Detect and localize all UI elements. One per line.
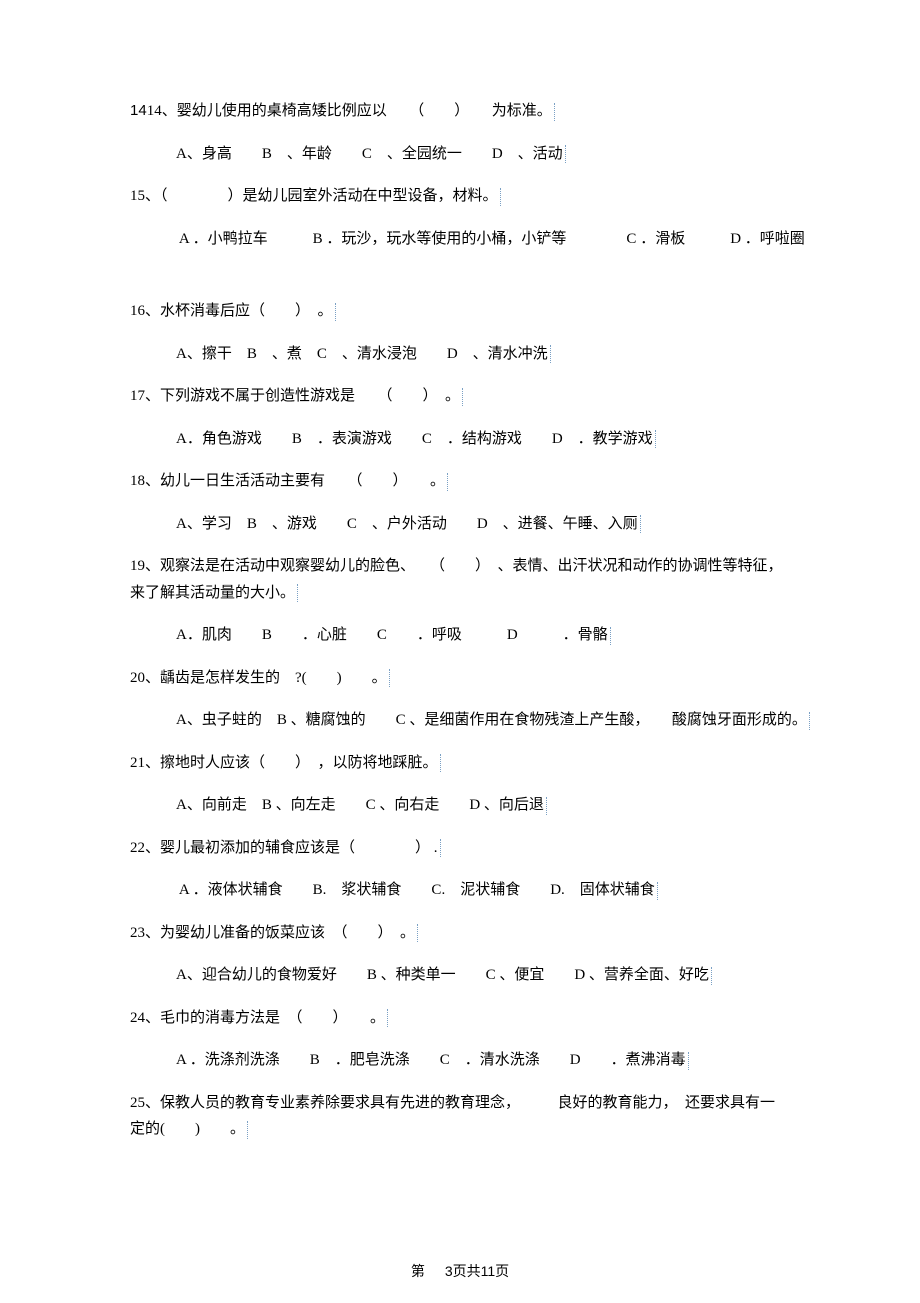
footer-page-total: 11: [481, 1263, 496, 1279]
cursor-icon: [440, 754, 441, 772]
cursor-icon: [387, 1009, 388, 1027]
footer-label-b: 页共: [453, 1265, 481, 1280]
question-21-options: A、向前走 B 、向左走 C 、向右走 D 、向后退: [130, 794, 800, 817]
question-21-stem: 21、擦地时人应该（ ） ，以防将地踩脏。: [130, 752, 800, 775]
cursor-icon: [440, 839, 441, 857]
cursor-icon: [809, 712, 810, 730]
question-16-stem: 16、水杯消毒后应（ ） 。: [130, 300, 800, 323]
question-22-options: A ．液体状辅食 B. 浆状辅食 C. 泥状辅食 D. 固体状辅食: [130, 879, 800, 902]
question-19-options: A．肌肉 B ．心脏 C ．呼吸 D ．骨骼: [130, 624, 800, 647]
cursor-icon: [462, 388, 463, 406]
page: 1414、婴幼儿使用的桌椅高矮比例应以 （ ） 为标准。 A、身高 B 、年龄 …: [0, 0, 920, 1303]
cursor-icon: [610, 627, 611, 645]
question-20-options: A、虫子蛀的 B 、糖腐蚀的 C 、是细菌作用在食物残渣上产生酸， 酸腐蚀牙面形…: [130, 709, 800, 732]
cursor-icon: [389, 669, 390, 687]
cursor-icon: [550, 345, 551, 363]
question-23-options: A、迎合幼儿的食物爱好 B 、种类单一 C 、便宜 D 、营养全面、好吃: [130, 964, 800, 987]
question-19-stem-line2: 来了解其活动量的大小。: [130, 582, 800, 605]
footer-label-a: 第: [411, 1265, 425, 1280]
cursor-icon: [335, 303, 336, 321]
question-19-stem-line1: 19、观察法是在活动中观察婴幼儿的脸色、 （ ） 、表情、出汗状况和动作的协调性…: [130, 555, 800, 578]
question-18-options: A、学习 B 、游戏 C 、户外活动 D 、进餐、午睡、入厕: [130, 513, 800, 536]
question-24-options: A ．洗涤剂洗涤 B ．肥皂洗涤 C ．清水洗涤 D ．煮沸消毒: [130, 1049, 800, 1072]
question-20-stem: 20、龋齿是怎样发生的 ?( ) 。: [130, 667, 800, 690]
page-footer: 第 3页共11页: [0, 1261, 920, 1281]
question-17-stem: 17、下列游戏不属于创造性游戏是 （ ） 。: [130, 385, 800, 408]
cursor-icon: [297, 584, 298, 602]
cursor-icon: [546, 797, 547, 815]
cursor-icon: [247, 1121, 248, 1139]
cursor-icon: [711, 967, 712, 985]
question-14-number: 14: [130, 102, 147, 119]
question-15-stem: 15、（ ）是幼儿园室外活动在中型设备，材料。: [130, 185, 800, 208]
cursor-icon: [657, 882, 658, 900]
question-22-stem: 22、婴儿最初添加的辅食应该是（ ） .: [130, 837, 800, 860]
question-18-stem: 18、幼儿一日生活活动主要有 （ ） 。: [130, 470, 800, 493]
question-23-stem: 23、为婴幼儿准备的饭菜应该 （ ） 。: [130, 922, 800, 945]
question-16-options: A、擦干 B 、煮 C 、清水浸泡 D 、清水冲洗: [130, 343, 800, 366]
cursor-icon: [500, 188, 501, 206]
question-15-options: A ．小鸭拉车 B ．玩沙，玩水等使用的小桶，小铲等 C ．滑板 D ．呼啦圈: [130, 228, 800, 251]
footer-label-c: 页: [495, 1265, 509, 1280]
question-14-options: A、身高 B 、年龄 C 、全园统一 D 、活动: [130, 143, 800, 166]
question-25-stem-line1: 25、保教人员的教育专业素养除要求具有先进的教育理念， 良好的教育能力， 还要求…: [130, 1092, 800, 1115]
question-25-stem-line2: 定的( ) 。: [130, 1118, 800, 1141]
question-24-stem: 24、毛巾的消毒方法是 （ ） 。: [130, 1007, 800, 1030]
cursor-icon: [688, 1052, 689, 1070]
cursor-icon: [565, 145, 566, 163]
cursor-icon: [655, 430, 656, 448]
cursor-icon: [417, 924, 418, 942]
cursor-icon: [447, 473, 448, 491]
question-17-options: A．角色游戏 B ．表演游戏 C ．结构游戏 D ．教学游戏: [130, 428, 800, 451]
cursor-icon: [640, 515, 641, 533]
footer-page-current: 3: [445, 1263, 453, 1279]
question-14-stem: 1414、婴幼儿使用的桌椅高矮比例应以 （ ） 为标准。: [130, 100, 800, 123]
cursor-icon: [554, 103, 555, 121]
